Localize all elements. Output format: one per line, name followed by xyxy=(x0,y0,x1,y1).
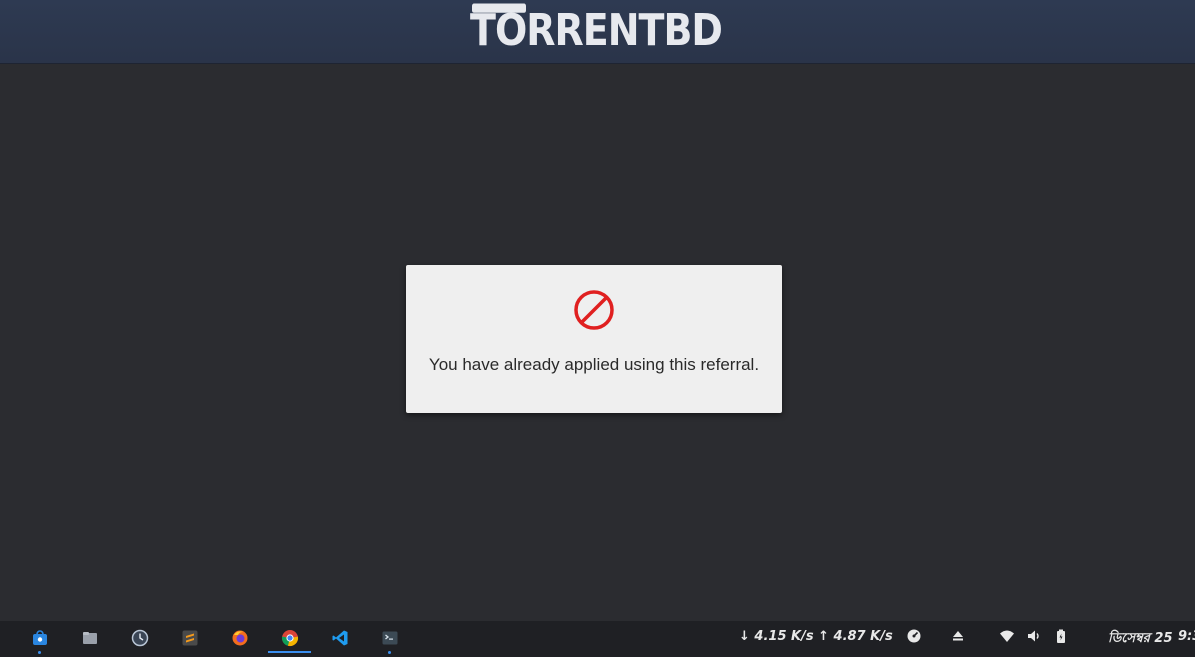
store-icon[interactable] xyxy=(29,627,51,649)
active-app-indicator xyxy=(268,651,311,653)
taskbar: ↓ 4.15 K/s ↑ 4.87 K/s ডিসেম্বর 25 9:3 xyxy=(0,621,1195,657)
terminal-icon[interactable] xyxy=(379,627,401,649)
site-header: TORRENTBD xyxy=(0,0,1195,64)
vscode-icon[interactable] xyxy=(329,627,351,649)
wifi-icon[interactable] xyxy=(999,628,1019,648)
prohibited-icon xyxy=(573,289,615,331)
taskbar-date[interactable]: ডিসেম্বর 25 xyxy=(1108,629,1173,650)
alert-dialog: You have already applied using this refe… xyxy=(406,265,782,413)
files-icon[interactable] xyxy=(79,627,101,649)
firefox-icon[interactable] xyxy=(229,627,251,649)
site-logo[interactable]: TORRENTBD xyxy=(470,0,723,60)
volume-icon[interactable] xyxy=(1026,628,1046,648)
taskbar-time[interactable]: 9:3 xyxy=(1178,629,1195,644)
running-indicator xyxy=(38,651,41,654)
network-speed: ↓ 4.15 K/s ↑ 4.87 K/s xyxy=(739,629,893,644)
logo-bar xyxy=(472,3,526,13)
alert-message: You have already applied using this refe… xyxy=(428,355,760,374)
battery-icon[interactable] xyxy=(1053,628,1073,648)
eject-icon[interactable] xyxy=(950,628,970,648)
speed-meter-icon[interactable] xyxy=(906,628,926,648)
clock-icon[interactable] xyxy=(129,627,151,649)
chrome-icon[interactable] xyxy=(279,627,301,649)
running-indicator xyxy=(388,651,391,654)
sublime-text-icon[interactable] xyxy=(179,627,201,649)
